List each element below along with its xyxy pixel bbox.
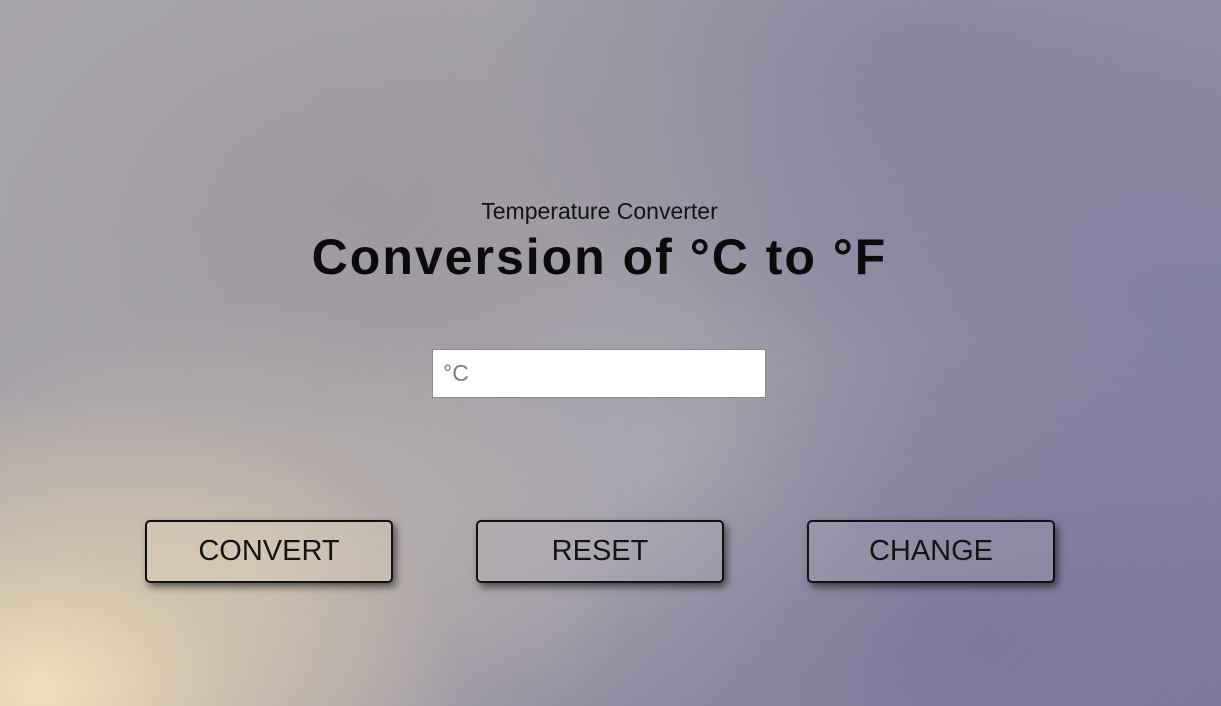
- reset-button[interactable]: RESET: [476, 520, 724, 583]
- change-button[interactable]: CHANGE: [807, 520, 1055, 583]
- page-title: Conversion of °C to °F: [311, 229, 888, 285]
- page-background: { "header": { "subtitle": "Temperature C…: [0, 0, 1221, 706]
- app-subtitle: Temperature Converter: [481, 198, 718, 224]
- celsius-input[interactable]: [432, 349, 766, 398]
- convert-button[interactable]: CONVERT: [145, 520, 393, 583]
